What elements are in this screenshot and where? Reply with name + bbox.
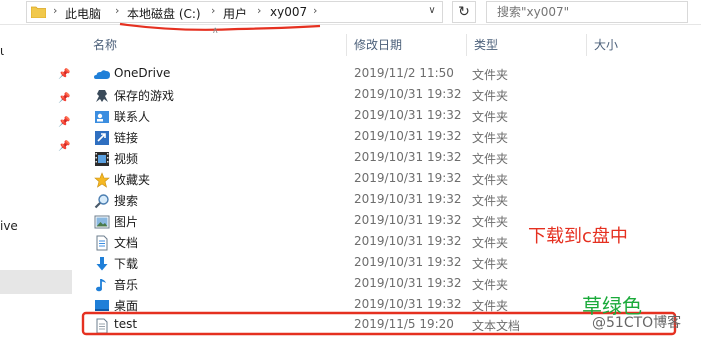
file-type: 文件夹 — [472, 236, 509, 250]
file-type: 文件夹 — [472, 89, 509, 103]
documents-icon — [96, 235, 108, 251]
searches-icon — [94, 194, 109, 209]
annotation-download-note: 下载到c盘中 — [528, 226, 628, 247]
file-row[interactable]: 联系人 2019/10/31 19:32 文件夹 — [90, 106, 610, 127]
pin-icon[interactable]: 📌 — [58, 141, 70, 152]
file-name: 收藏夹 — [114, 173, 151, 187]
links-icon — [95, 131, 109, 145]
file-row[interactable]: 音乐 2019/10/31 19:32 文件夹 — [90, 274, 610, 295]
file-type: 文件夹 — [472, 257, 509, 271]
saved-games-icon — [96, 90, 108, 102]
search-input[interactable] — [495, 2, 679, 22]
file-row[interactable]: 搜索 2019/10/31 19:32 文件夹 — [90, 190, 610, 211]
file-name: 保存的游戏 — [114, 89, 175, 103]
file-name: 音乐 — [114, 278, 139, 292]
pin-icon[interactable]: 📌 — [58, 117, 70, 128]
file-name: OneDrive — [114, 66, 171, 80]
file-name: 联系人 — [114, 110, 151, 124]
column-divider[interactable] — [586, 34, 587, 56]
chevron-right-icon[interactable]: › — [53, 4, 57, 17]
column-header-type[interactable]: 类型 — [474, 34, 498, 56]
file-name: 文档 — [114, 236, 139, 250]
navigation-pane: ι 📌 📌 📌 📌 ive — [0, 25, 82, 338]
file-date: 2019/10/31 19:32 — [354, 297, 462, 311]
file-row[interactable]: 保存的游戏 2019/10/31 19:32 文件夹 — [90, 85, 610, 106]
nav-item-partial[interactable]: ι — [0, 44, 4, 58]
folder-icon — [31, 6, 46, 18]
file-date: 2019/10/31 19:32 — [354, 108, 462, 122]
chevron-down-icon[interactable]: ∨ — [425, 5, 439, 21]
file-type: 文件夹 — [472, 131, 509, 145]
contacts-icon — [95, 111, 109, 123]
nav-item-onedrive-partial[interactable]: ive — [0, 219, 18, 233]
file-name: 图片 — [114, 215, 139, 229]
file-date: 2019/10/31 19:32 — [354, 171, 462, 185]
chevron-right-icon[interactable]: › — [257, 4, 261, 17]
file-type: 文件夹 — [472, 68, 509, 82]
breadcrumb-item-current-folder[interactable]: xy007 — [270, 5, 307, 19]
address-bar: › 此电脑 › 本地磁盘 (C:) › 用户 › xy007 › ∨ ↻ — [0, 0, 701, 25]
breadcrumb-item-this-pc[interactable]: 此电脑 — [65, 5, 101, 22]
downloads-icon — [96, 257, 108, 271]
file-date: 2019/10/31 19:32 — [354, 87, 462, 101]
file-name: 下载 — [114, 257, 139, 271]
file-type: 文件夹 — [472, 152, 509, 166]
nav-item-selected[interactable] — [0, 270, 72, 294]
chevron-right-icon[interactable]: › — [115, 4, 119, 17]
file-date: 2019/11/2 11:50 — [354, 66, 454, 80]
column-header-size[interactable]: 大小 — [594, 34, 618, 56]
file-row[interactable]: OneDrive 2019/11/2 11:50 文件夹 — [90, 64, 610, 85]
column-divider[interactable] — [466, 34, 467, 56]
file-date: 2019/10/31 19:32 — [354, 150, 462, 164]
file-row[interactable]: 视频 2019/10/31 19:32 文件夹 — [90, 148, 610, 169]
file-date: 2019/10/31 19:32 — [354, 255, 462, 269]
file-type: 文件夹 — [472, 278, 509, 292]
file-type: 文件夹 — [472, 110, 509, 124]
file-row[interactable]: 收藏夹 2019/10/31 19:32 文件夹 — [90, 169, 610, 190]
annotation-underline — [119, 22, 321, 31]
watermark: @51CTO博客 — [592, 315, 682, 331]
column-header-name[interactable]: 名称 — [93, 34, 117, 56]
file-date: 2019/10/31 19:32 — [354, 129, 462, 143]
file-name: 链接 — [114, 131, 139, 145]
pin-icon[interactable]: 📌 — [58, 69, 70, 80]
file-date: 2019/10/31 19:32 — [354, 213, 462, 227]
file-date: 2019/10/31 19:32 — [354, 234, 462, 248]
refresh-button[interactable]: ↻ — [452, 1, 476, 23]
chevron-up-icon: ∧ — [212, 26, 219, 36]
column-header-date[interactable]: 修改日期 — [354, 34, 402, 56]
file-row[interactable]: 链接 2019/10/31 19:32 文件夹 — [90, 127, 610, 148]
file-row[interactable]: 下载 2019/10/31 19:32 文件夹 — [90, 253, 610, 274]
file-type: 文件夹 — [472, 173, 509, 187]
file-name: 视频 — [114, 152, 139, 166]
file-name: 搜索 — [114, 194, 139, 208]
refresh-icon: ↻ — [458, 4, 470, 20]
file-date: 2019/10/31 19:32 — [354, 276, 462, 290]
chevron-right-icon[interactable]: › — [313, 4, 317, 17]
file-type: 文件夹 — [472, 215, 509, 229]
favorites-icon — [94, 172, 110, 188]
column-divider[interactable] — [346, 34, 347, 56]
chevron-right-icon[interactable]: › — [211, 4, 215, 17]
pin-icon[interactable]: 📌 — [58, 93, 70, 104]
pictures-icon — [94, 215, 110, 229]
search-box[interactable] — [486, 1, 688, 23]
music-icon — [96, 279, 106, 292]
file-type: 文件夹 — [472, 194, 509, 208]
videos-icon — [95, 152, 109, 166]
file-date: 2019/10/31 19:32 — [354, 192, 462, 206]
onedrive-icon — [94, 70, 110, 79]
